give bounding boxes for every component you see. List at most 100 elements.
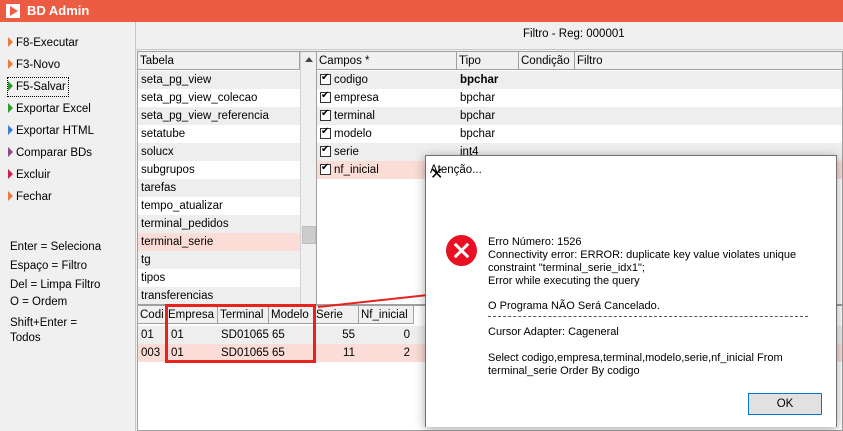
- column-header-tipo[interactable]: Tipo: [457, 52, 519, 70]
- field-checkbox[interactable]: [320, 126, 331, 139]
- scrollbar-thumb[interactable]: [302, 226, 316, 244]
- error-dialog: Atenção... ✕ Erro Número: 1526 Connectiv…: [425, 155, 837, 427]
- menu-executar[interactable]: F8-Executar: [8, 34, 79, 52]
- field-checkbox[interactable]: [320, 162, 331, 175]
- table-name: tarefas: [141, 182, 177, 194]
- tables-scrollbar[interactable]: [300, 52, 316, 304]
- table-row[interactable]: tempo_atualizar: [138, 197, 300, 215]
- cell-nf-inicial: 2: [403, 347, 410, 359]
- table-name: terminal_pedidos: [141, 218, 229, 230]
- cursor-adapter: Cursor Adapter: Cageneral: [488, 326, 619, 338]
- table-name: seta_pg_view_referencia: [141, 110, 269, 122]
- table-row-selected[interactable]: terminal_serie: [138, 233, 300, 251]
- table-row[interactable]: solucx: [138, 143, 300, 161]
- menu-label: Exportar Excel: [16, 103, 91, 115]
- field-name: empresa: [334, 92, 379, 104]
- cell-serie: 55: [342, 329, 355, 341]
- dialog-body: Erro Número: 1526 Connectivity error: ER…: [426, 186, 836, 427]
- menu-label: Comparar BDs: [16, 147, 93, 159]
- menu-excluir[interactable]: Excluir: [8, 166, 51, 184]
- arrow-icon: [8, 81, 13, 91]
- table-name: seta_pg_view_colecao: [141, 92, 258, 104]
- arrow-icon: [8, 125, 13, 135]
- filter-header: Filtro - Reg: 000001: [136, 22, 843, 50]
- error-icon: [446, 235, 477, 266]
- hint-espaco: Espaço = Filtro: [10, 260, 88, 272]
- table-name: tipos: [141, 272, 166, 284]
- table-name: solucx: [141, 146, 174, 158]
- table-row[interactable]: terminal_pedidos: [138, 215, 300, 233]
- field-row[interactable]: modelo bpchar: [317, 125, 842, 143]
- table-row[interactable]: seta_pg_view: [138, 71, 300, 89]
- hint-ordem: O = Ordem: [10, 296, 68, 308]
- field-type: bpchar: [460, 92, 496, 104]
- field-checkbox[interactable]: [320, 72, 331, 85]
- scroll-up-icon[interactable]: [301, 52, 316, 68]
- menu-novo[interactable]: F3-Novo: [8, 56, 60, 74]
- sql-line: terminal_serie Order By codigo: [488, 365, 640, 377]
- table-name: terminal_serie: [141, 236, 214, 248]
- column-header-filtro[interactable]: Filtro: [575, 52, 842, 70]
- table-row[interactable]: subgrupos: [138, 161, 300, 179]
- menu-fechar[interactable]: Fechar: [8, 188, 52, 206]
- app-title: BD Admin: [27, 3, 90, 18]
- table-row[interactable]: tarefas: [138, 179, 300, 197]
- app-logo-icon: [6, 4, 20, 18]
- column-header-tabela[interactable]: Tabela: [138, 52, 300, 70]
- menu-label: F3-Novo: [16, 59, 61, 71]
- field-checkbox[interactable]: [320, 108, 331, 121]
- column-header-codigo[interactable]: Codi: [138, 306, 166, 324]
- table-row[interactable]: transferencias: [138, 287, 300, 304]
- title-bar: BD Admin: [0, 0, 843, 22]
- menu-exportar-html[interactable]: Exportar HTML: [8, 122, 94, 140]
- field-row[interactable]: terminal bpchar: [317, 107, 842, 125]
- field-checkbox[interactable]: [320, 144, 331, 157]
- tables-grid[interactable]: Tabela seta_pg_view seta_pg_view_colecao…: [137, 51, 317, 305]
- table-row[interactable]: setatube: [138, 125, 300, 143]
- field-row[interactable]: empresa bpchar: [317, 89, 842, 107]
- error-line: Connectivity error: ERROR: duplicate key…: [488, 249, 797, 261]
- table-name: seta_pg_view: [141, 74, 212, 86]
- menu-label: Fechar: [16, 191, 52, 203]
- cell-serie: 11: [343, 347, 355, 359]
- hint-shift-enter: Shift+Enter =: [10, 317, 78, 329]
- close-icon[interactable]: ✕: [430, 164, 826, 184]
- field-type: bpchar: [460, 128, 496, 140]
- error-line: Error while executing the query: [488, 275, 640, 287]
- sql-line: Select codigo,empresa,terminal,modelo,se…: [488, 352, 783, 364]
- column-header-campos[interactable]: Campos *: [317, 52, 457, 70]
- hint-todos: Todos: [10, 332, 41, 344]
- arrow-icon: [8, 169, 13, 179]
- cell-codigo: 003: [141, 347, 161, 359]
- error-number: Erro Número: 1526: [488, 236, 582, 248]
- arrow-icon: [8, 103, 13, 113]
- table-row[interactable]: tg: [138, 251, 300, 269]
- column-header-condicao[interactable]: Condição: [519, 52, 575, 70]
- menu-label: F8-Executar: [16, 37, 79, 49]
- ok-button[interactable]: OK: [748, 393, 822, 415]
- divider: [488, 316, 808, 317]
- filter-title: Filtro - Reg: 000001: [523, 28, 625, 40]
- table-row[interactable]: tipos: [138, 269, 300, 287]
- table-name: tempo_atualizar: [141, 200, 223, 212]
- field-checkbox[interactable]: [320, 90, 331, 103]
- arrow-icon: [8, 59, 13, 69]
- highlight-box: [165, 304, 316, 363]
- table-name: tg: [141, 254, 151, 266]
- menu-comparar-bds[interactable]: Comparar BDs: [8, 144, 92, 162]
- arrow-icon: [8, 37, 13, 47]
- cell-nf-inicial: 0: [403, 329, 410, 341]
- table-row[interactable]: seta_pg_view_referencia: [138, 107, 300, 125]
- arrow-icon: [8, 191, 13, 201]
- field-row[interactable]: codigo bpchar: [317, 71, 842, 89]
- field-type: bpchar: [460, 74, 499, 86]
- menu-label: Excluir: [16, 169, 51, 181]
- menu-exportar-excel[interactable]: Exportar Excel: [8, 100, 91, 118]
- table-row[interactable]: seta_pg_view_colecao: [138, 89, 300, 107]
- menu-label: Exportar HTML: [16, 125, 94, 137]
- menu-salvar[interactable]: F5-Salvar: [7, 77, 69, 97]
- sidebar: F8-Executar F3-Novo F5-Salvar Exportar E…: [0, 22, 136, 431]
- cancel-notice: O Programa NÃO Será Cancelado.: [488, 300, 660, 312]
- hint-enter: Enter = Seleciona: [10, 241, 102, 253]
- field-name: modelo: [334, 128, 372, 140]
